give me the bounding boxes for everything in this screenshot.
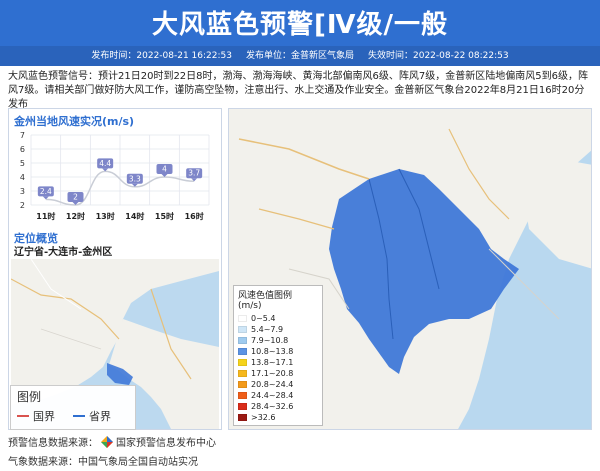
wind-scale-swatch: [238, 326, 247, 333]
provincial-border-line-icon: [73, 415, 85, 417]
wind-scale-swatch: [238, 392, 247, 399]
national-border-line-icon: [17, 415, 29, 417]
x-tick-label: 16时: [185, 211, 204, 221]
wind-scale-item: 20.8~24.4: [238, 379, 318, 390]
wind-scale-label: 0~5.4: [251, 314, 276, 323]
wind-scale-swatch: [238, 315, 247, 322]
wind-scale-item: 5.4~7.9: [238, 324, 318, 335]
wind-scale-item: 24.4~28.4: [238, 390, 318, 401]
expire-time: 失效时间：2022-08-22 08:22:53: [368, 51, 509, 61]
wind-scale-label: 13.8~17.1: [251, 358, 294, 367]
data-label: 2.4: [40, 187, 52, 196]
page-title: 大风蓝色预警[Ⅳ级/一般: [152, 10, 448, 40]
weather-source-text: 气象数据来源：中国气象局全国自动站实况: [8, 457, 198, 468]
wind-scale-label: 24.4~28.4: [251, 391, 294, 400]
publish-time: 发布时间：2022-08-21 16:22:53: [91, 51, 232, 61]
legend-title: 图例: [17, 390, 42, 404]
wind-scale-label: >32.6: [251, 413, 276, 422]
warning-source-line: 预警信息数据来源： 国家预警信息发布中心: [8, 434, 216, 449]
data-label: 4.4: [99, 159, 111, 168]
wind-scale-item: 7.9~10.8: [238, 335, 318, 346]
wind-scale-title: 风速色值图例 (m/s): [238, 291, 293, 311]
warning-source-label: 预警信息数据来源：: [8, 438, 98, 449]
wind-scale-swatch: [238, 403, 247, 410]
weather-source-line: 气象数据来源：中国气象局全国自动站实况: [8, 453, 198, 468]
data-label: 3.7: [188, 169, 200, 178]
legend-provincial-border: 省界: [73, 408, 111, 424]
location-region: 辽宁省-大连市-金州区: [14, 247, 113, 258]
warning-center-logo-icon: [101, 435, 113, 448]
wind-scale-item: 17.1~20.8: [238, 368, 318, 379]
publisher: 发布单位：金普新区气象局: [245, 51, 354, 61]
wind-scale-item: 28.4~32.6: [238, 401, 318, 412]
wind-speed-chart: 2 3 4 5 6 7 2.4 11时 2 12时 4.4 13时 3.3 14时 4 15时 3.7 16时: [20, 131, 210, 221]
x-tick-label: 14时: [125, 211, 144, 221]
wind-scale-item: 0~5.4: [238, 313, 318, 324]
wind-scale-item: 10.8~13.8: [238, 346, 318, 357]
x-tick-label: 15时: [155, 211, 174, 221]
wind-speed-color-legend: 风速色值图例 (m/s) 0~5.4 5.4~7.9 7.9~10.8 10.8…: [233, 285, 323, 426]
wind-scale-swatch: [238, 337, 247, 344]
warning-header: 大风蓝色预警[Ⅳ级/一般 发布时间：2022-08-21 16:22:53 发布…: [0, 0, 600, 66]
data-label: 2: [73, 193, 78, 202]
wind-scale-label: 20.8~24.4: [251, 380, 294, 389]
y-tick-label: 3: [20, 187, 25, 196]
x-tick-label: 13时: [96, 211, 115, 221]
wind-scale-label: 17.1~20.8: [251, 369, 294, 378]
wind-scale-label: 7.9~10.8: [251, 336, 289, 345]
map-legend: 图例 国界 省界: [10, 385, 136, 430]
wind-scale-item: >32.6: [238, 412, 318, 423]
warning-description: 大风蓝色预警信号：预计21日20时到22日8时，渤海、渤海海峡、黄海北部偏南风6…: [8, 71, 588, 110]
legend-national-border: 国界: [17, 408, 55, 424]
wind-scale-swatch: [238, 370, 247, 377]
wind-scale-swatch: [238, 348, 247, 355]
x-tick-label: 12时: [66, 211, 85, 221]
data-label: 3.3: [129, 174, 141, 183]
wind-scale-label: 28.4~32.6: [251, 402, 294, 411]
wind-scale-label: 5.4~7.9: [251, 325, 284, 334]
y-tick-label: 7: [20, 131, 25, 140]
warning-source-name: 国家预警信息发布中心: [116, 438, 216, 449]
y-tick-label: 6: [20, 145, 25, 154]
y-tick-label: 5: [20, 159, 25, 168]
legend-national-label: 国界: [33, 410, 55, 423]
warning-meta-bar: 发布时间：2022-08-21 16:22:53 发布单位：金普新区气象局 失效…: [0, 46, 600, 66]
wind-scale-swatch: [238, 381, 247, 388]
wind-scale-swatch: [238, 359, 247, 366]
data-label: 4: [162, 165, 167, 174]
legend-provincial-label: 省界: [89, 410, 111, 423]
wind-scale-label: 10.8~13.8: [251, 347, 294, 356]
wind-scale-swatch: [238, 414, 247, 421]
y-tick-label: 2: [20, 201, 25, 210]
x-tick-label: 11时: [36, 211, 55, 221]
wind-scale-list: 0~5.4 5.4~7.9 7.9~10.8 10.8~13.8 13.8~17…: [238, 313, 318, 423]
y-tick-label: 4: [20, 173, 25, 182]
left-panel: 金州当地风速实况(m/s) 2 3 4 5 6 7 2.4 11时 2 12时 4.4 13时 3.3 1…: [8, 108, 222, 430]
wind-scale-item: 13.8~17.1: [238, 357, 318, 368]
